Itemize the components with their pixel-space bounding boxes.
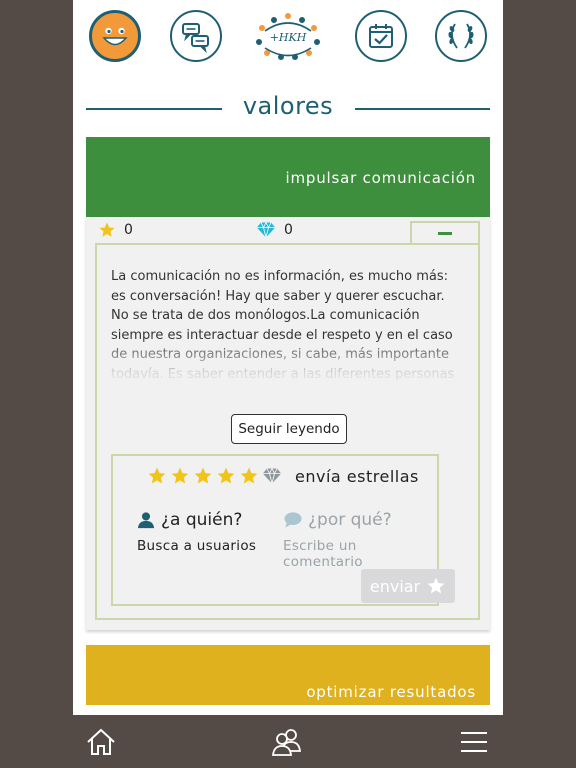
minus-icon	[438, 232, 452, 235]
rating-star-icon[interactable]	[193, 466, 213, 486]
description-fade	[111, 337, 463, 387]
value-card-header[interactable]: impulsar comunicación	[86, 137, 490, 217]
rating-star-icon[interactable]	[147, 466, 167, 486]
next-value-card[interactable]: optimizar resultados	[86, 645, 490, 705]
stars-stat: 0	[98, 221, 133, 239]
rating-star-icon[interactable]	[239, 466, 259, 486]
smiley-icon[interactable]	[89, 10, 141, 62]
page-title: valores	[242, 92, 334, 120]
collapse-button[interactable]	[410, 221, 480, 245]
section-title: valores	[73, 92, 503, 126]
bottom-navigation	[0, 715, 576, 768]
reason-field[interactable]: ¿por qué? Escribe un comentario	[283, 510, 437, 570]
value-card-content: La comunicación no es información, es mu…	[95, 243, 480, 620]
read-more-button[interactable]: Seguir leyendo	[231, 414, 347, 444]
send-stars-label: envía estrellas	[295, 466, 419, 486]
rating-star-icon[interactable]	[216, 466, 236, 486]
users-icon[interactable]	[270, 725, 304, 759]
laurel-icon[interactable]	[435, 10, 487, 62]
app-sheet: +HKH valores impulsar comunicación 0 0 L…	[73, 0, 503, 715]
home-icon[interactable]	[84, 725, 118, 759]
rating-star-icon[interactable]	[170, 466, 190, 486]
value-card-stats: 0 0	[86, 217, 490, 245]
send-button-label: enviar	[369, 576, 421, 596]
reason-label: ¿por qué?	[308, 510, 392, 530]
rating-diamond-icon[interactable]	[262, 467, 282, 485]
value-card-title: impulsar comunicación	[285, 169, 476, 187]
value-card-body: 0 0 La comunicación no es información, e…	[86, 217, 490, 630]
comment-icon	[284, 512, 302, 528]
stars-count: 0	[124, 222, 133, 238]
recipient-label: ¿a quién?	[161, 510, 243, 530]
title-divider-right	[355, 108, 490, 110]
star-icon	[99, 222, 115, 237]
diamonds-count: 0	[284, 222, 293, 238]
diamonds-stat: 0	[256, 221, 293, 239]
send-stars-box: envía estrellas ¿a quién? Busca a usuari…	[111, 454, 455, 606]
recipient-picker[interactable]: ¿a quién? Busca a usuarios	[137, 510, 256, 554]
star-rating: envía estrellas	[147, 466, 419, 486]
chat-icon[interactable]	[170, 10, 222, 62]
comment-input[interactable]: Escribe un comentario	[283, 538, 437, 570]
top-navigation: +HKH	[73, 10, 503, 66]
team-logo-text: +HKH	[270, 31, 307, 44]
menu-icon[interactable]	[457, 725, 491, 759]
calendar-check-icon[interactable]	[355, 10, 407, 62]
team-logo-icon[interactable]: +HKH	[253, 10, 323, 62]
search-users-link[interactable]: Busca a usuarios	[137, 538, 256, 554]
star-icon	[427, 577, 445, 594]
next-value-title: optimizar resultados	[306, 683, 476, 701]
send-button[interactable]: enviar	[361, 569, 455, 603]
user-icon	[137, 512, 155, 529]
diamond-icon	[256, 221, 276, 238]
